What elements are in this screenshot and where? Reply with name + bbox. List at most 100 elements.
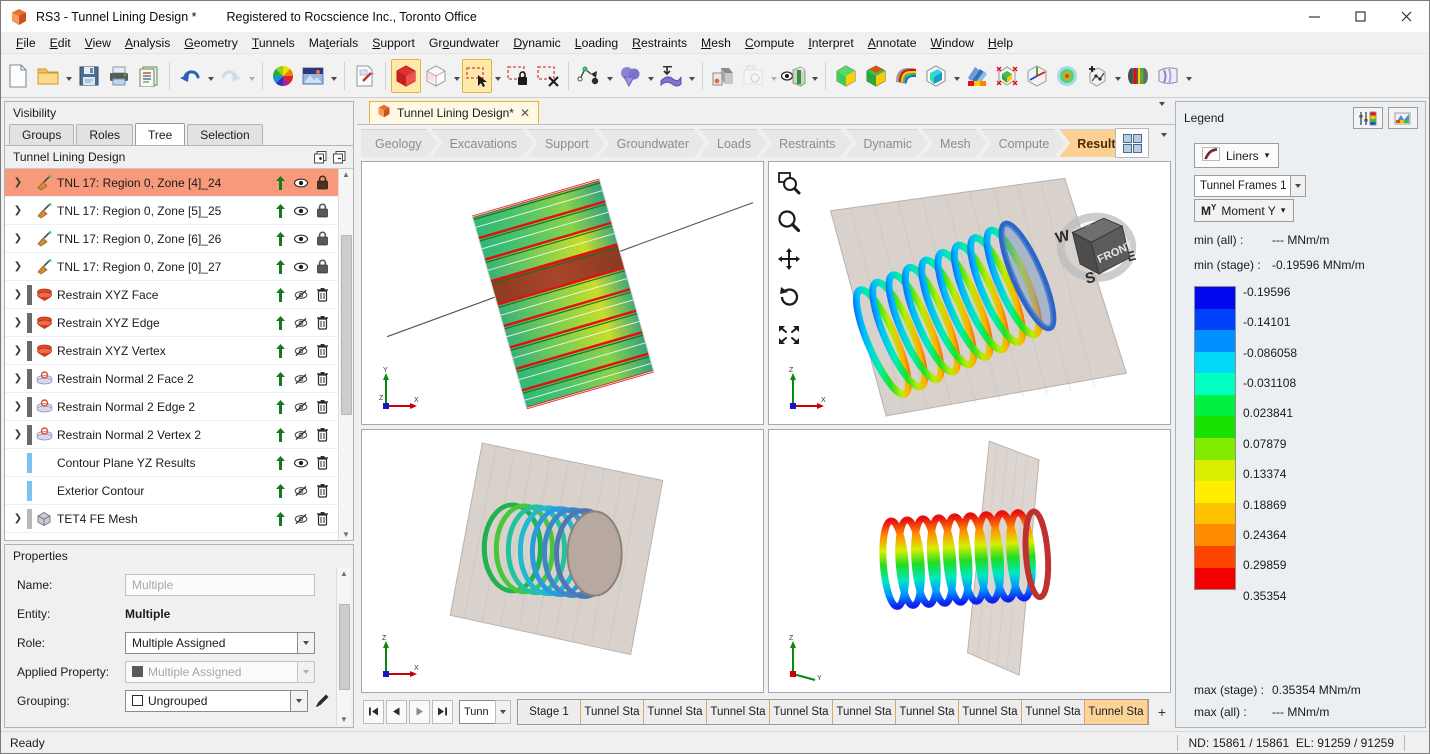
up-arrow-icon[interactable]: [273, 231, 287, 247]
visibility-eye-chevron-down-icon[interactable]: [809, 59, 820, 93]
open-folder-icon[interactable]: [33, 59, 63, 93]
eye-closed-icon[interactable]: [294, 483, 308, 499]
menu-compute[interactable]: Compute: [738, 34, 801, 52]
eye-closed-icon[interactable]: [294, 399, 308, 415]
up-arrow-icon[interactable]: [273, 315, 287, 331]
eye-closed-icon[interactable]: [294, 315, 308, 331]
eye-closed-icon[interactable]: [294, 511, 308, 527]
visibility-eye-icon[interactable]: [779, 59, 809, 93]
menu-file[interactable]: File: [9, 34, 43, 52]
expand-chevron-icon[interactable]: ❯: [9, 317, 27, 328]
property-appliedproperty-chevron-down-icon[interactable]: [297, 660, 315, 683]
expand-chevron-icon[interactable]: ❯: [9, 261, 27, 272]
tunnel-frames-value[interactable]: Tunnel Frames 1: [1194, 175, 1290, 197]
up-arrow-icon[interactable]: [273, 427, 287, 443]
pencil-icon[interactable]: [312, 693, 332, 709]
clip-plane-chevron-down-icon[interactable]: [951, 59, 962, 93]
property-grouping-chevron-down-icon[interactable]: [290, 689, 308, 712]
menu-edit[interactable]: Edit: [43, 34, 78, 52]
eye-closed-icon[interactable]: [294, 287, 308, 303]
expand-chevron-icon[interactable]: ❯: [9, 233, 27, 244]
contour-cube-icon[interactable]: [831, 59, 861, 93]
expand-chevron-icon[interactable]: ❯: [9, 345, 27, 356]
props-scroll-thumb[interactable]: [338, 603, 350, 690]
new-file-icon[interactable]: [3, 59, 33, 93]
top-right-view[interactable]: W S E FRONT TOP Z X: [768, 161, 1171, 425]
property-appliedproperty-value[interactable]: Multiple Assigned: [125, 660, 297, 683]
clip-plane-icon[interactable]: [921, 59, 951, 93]
stage-tab[interactable]: Tunnel Sta: [707, 699, 770, 724]
color-legend-icon[interactable]: [962, 59, 992, 93]
menu-analysis[interactable]: Analysis: [118, 34, 177, 52]
menu-help[interactable]: Help: [981, 34, 1020, 52]
select-box-icon[interactable]: [462, 58, 492, 93]
eye-closed-icon[interactable]: [294, 427, 308, 443]
menu-view[interactable]: View: [78, 34, 118, 52]
query-add-icon[interactable]: [1082, 59, 1112, 93]
prev-stage-icon[interactable]: [386, 699, 407, 724]
menu-support[interactable]: Support: [365, 34, 422, 52]
up-arrow-icon[interactable]: [273, 371, 287, 387]
tree-row[interactable]: ❯ TNL 17: Region 0, Zone [6]_26: [5, 225, 338, 253]
menu-tunnels[interactable]: Tunnels: [245, 34, 302, 52]
visibility-tab-selection[interactable]: Selection: [187, 124, 263, 145]
top-left-view[interactable]: Y X Z: [361, 161, 764, 425]
axes-cube-icon[interactable]: [1022, 59, 1052, 93]
menu-mesh[interactable]: Mesh: [694, 34, 738, 52]
trash-icon[interactable]: [315, 511, 329, 527]
property-grouping-value[interactable]: Ungrouped: [125, 689, 290, 712]
trash-icon[interactable]: [315, 371, 329, 387]
contour-blur-icon[interactable]: [1052, 59, 1082, 93]
first-stage-icon[interactable]: [363, 699, 384, 724]
props-scroll-down-icon[interactable]: ▼: [340, 715, 348, 724]
trash-icon[interactable]: [315, 287, 329, 303]
eye-closed-icon[interactable]: [294, 371, 308, 387]
color-wheel-icon[interactable]: [268, 59, 298, 93]
bottom-right-view[interactable]: Z Y: [768, 429, 1171, 693]
stage-tab[interactable]: Stage 1: [518, 699, 581, 724]
select-clear-icon[interactable]: [533, 59, 563, 93]
expand-chevron-icon[interactable]: ❯: [9, 177, 27, 188]
lock-gray-icon[interactable]: [315, 259, 329, 275]
maximize-button[interactable]: [1337, 1, 1383, 32]
undo-icon[interactable]: [175, 59, 205, 93]
property-role-chevron-down-icon[interactable]: [297, 631, 315, 654]
workflow-tab-groundwater[interactable]: Groundwater: [599, 129, 705, 157]
zoom-window-icon[interactable]: [776, 170, 802, 196]
property-grouping-combo[interactable]: Ungrouped: [125, 689, 308, 712]
expand-all-icon[interactable]: [312, 149, 328, 165]
tree-row[interactable]: ❯ TET4 FE Mesh: [5, 505, 338, 533]
visibility-tab-groups[interactable]: Groups: [9, 124, 75, 145]
image-icon[interactable]: [298, 59, 328, 93]
stage-combo-chevron-down-icon[interactable]: [495, 699, 511, 724]
property-appliedproperty-combo[interactable]: Multiple Assigned: [125, 660, 315, 683]
eye-open-icon[interactable]: [294, 203, 308, 219]
stage-tab[interactable]: Tunnel Sta: [770, 699, 833, 724]
workflow-tab-dynamic[interactable]: Dynamic: [845, 129, 928, 157]
up-arrow-icon[interactable]: [273, 343, 287, 359]
report-icon[interactable]: [134, 59, 164, 93]
save-icon[interactable]: [74, 59, 104, 93]
collapse-all-icon[interactable]: [331, 149, 347, 165]
close-button[interactable]: [1383, 1, 1429, 32]
workflow-tab-restraints[interactable]: Restraints: [761, 129, 851, 157]
stage-tab[interactable]: Tunnel Sta: [959, 699, 1022, 724]
tree-row[interactable]: ❯ Restrain XYZ Face: [5, 281, 338, 309]
tree-row[interactable]: ❯ Restrain Normal 2 Face 2: [5, 365, 338, 393]
up-arrow-icon[interactable]: [273, 455, 287, 471]
legend-chart-icon[interactable]: [1388, 107, 1418, 129]
up-arrow-icon[interactable]: [273, 259, 287, 275]
visibility-tab-tree[interactable]: Tree: [135, 123, 186, 145]
property-name-input[interactable]: Multiple: [125, 573, 315, 596]
tree-row[interactable]: ❯ Restrain Normal 2 Vertex 2: [5, 421, 338, 449]
undo-chevron-down-icon[interactable]: [205, 59, 216, 93]
close-icon[interactable]: ✕: [520, 106, 530, 120]
next-stage-icon[interactable]: [409, 699, 430, 724]
tree-row[interactable]: Contour Plane YZ Results: [5, 449, 338, 477]
scroll-thumb[interactable]: [340, 235, 352, 415]
menu-groundwater[interactable]: Groundwater: [422, 34, 506, 52]
tree-row[interactable]: ❯ TNL 17: Region 0, Zone [5]_25: [5, 197, 338, 225]
tree-row[interactable]: ❯ Restrain XYZ Edge: [5, 309, 338, 337]
up-arrow-icon[interactable]: [273, 399, 287, 415]
joint-surface-chevron-down-icon[interactable]: [1183, 59, 1194, 93]
